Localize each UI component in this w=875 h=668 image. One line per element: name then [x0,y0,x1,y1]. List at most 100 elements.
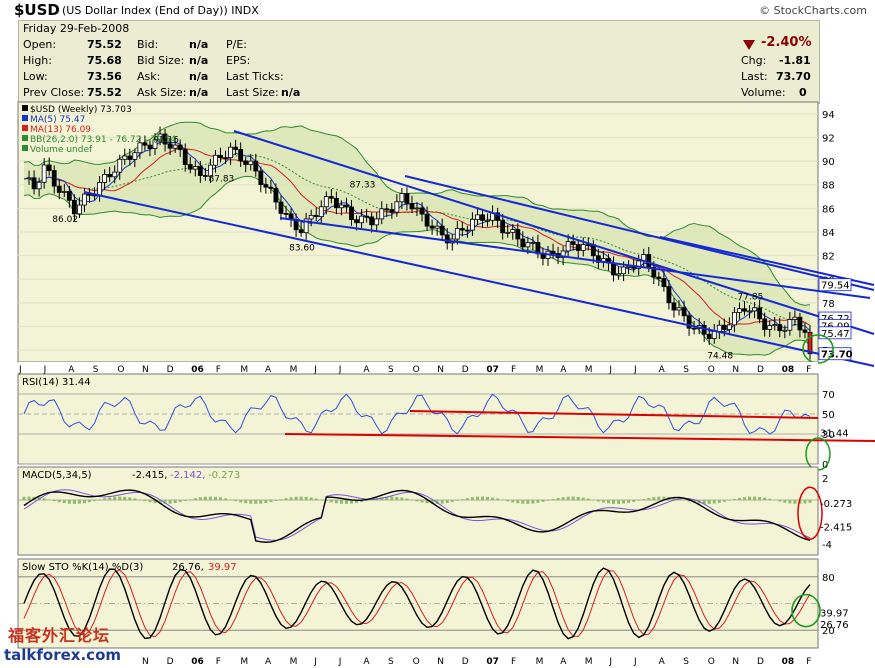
macd-histogram-bar [133,498,137,501]
candle-body [656,276,662,279]
candle-body [671,302,677,311]
candle-body [248,160,254,165]
macd-histogram-bar [501,499,505,501]
watermark-cn: 福客外汇论坛 [8,626,111,645]
macd-histogram-bar [294,496,298,501]
macd-histogram-bar [445,500,449,503]
candle-body [646,254,652,268]
macd-histogram-bar [334,500,338,504]
macd-histogram-bar [103,498,107,501]
candle-body [26,177,32,180]
macd-histogram-bar [506,500,510,502]
macd-histogram-bar [405,498,409,501]
bottom-month-tick: A [265,657,272,667]
candle-body [328,196,334,199]
candle-body [258,170,264,185]
bottom-month-tick: J [608,657,612,667]
macd-histogram-bar [344,500,348,504]
candle-body [223,157,228,160]
candle-body [500,220,506,234]
macd-histogram-bar [551,499,555,501]
macd-histogram-bar [647,497,651,501]
candle-body [238,149,244,162]
macd-histogram-bar [737,497,741,501]
candle-body [41,164,47,183]
macd-histogram-bar [108,497,112,501]
candle-body [374,218,380,226]
candle-body [470,218,475,231]
macd-histogram-bar [203,496,207,501]
macd-histogram-bar [758,496,762,501]
macd-histogram-bar [788,500,792,504]
legend-label: Volume undef [30,145,93,155]
legend-label: BB(26,2.0) 73.91 - 76.72 - 79.54 [30,135,176,145]
macd-histogram-bar [521,500,525,504]
macd-histogram-bar [743,497,746,501]
candle-body [505,231,511,234]
macd-histogram-bar [47,499,51,501]
macd-histogram-bar [732,498,736,501]
macd-legend-val2: -2.142, [170,470,205,481]
candle-body [485,219,490,222]
candle-body [611,262,616,276]
candle-body [36,181,42,190]
macd-histogram-bar [486,496,490,501]
macd-tick-label: -4 [822,540,832,551]
candle-body [61,191,67,193]
legend-swatch [22,125,28,131]
bottom-month-tick: S [388,657,394,667]
candle-body [263,184,269,188]
bottom-month-tick: N [437,657,444,667]
macd-histogram-bar [531,500,535,504]
macd-histogram-bar [264,500,268,504]
candle-body [732,311,737,326]
candle-body [233,146,239,150]
price-annotation: 77.85 [738,293,764,303]
bottom-month-tick: F [511,657,516,667]
bottom-month-tick: D [462,657,469,667]
macd-histogram-bar [717,500,721,503]
candle-body [107,174,113,178]
macd-histogram-bar [279,499,283,501]
bottom-month-tick: M [585,657,593,667]
macd-histogram-bar [188,499,192,501]
macd-histogram-bar [113,496,117,501]
macd-histogram-bar [284,498,288,501]
macd-histogram-bar [77,500,81,504]
price-tick-label: 94 [822,110,835,121]
macd-histogram-bar [173,500,177,504]
candle-body [419,207,425,215]
macd-histogram-bar [566,496,570,501]
bottom-month-tick: O [413,657,420,667]
candle-body [681,307,687,317]
price-tick-label: 86 [822,204,835,215]
macd-histogram-bar [753,496,757,501]
sto-tick-label: 80 [822,573,835,584]
macd-histogram-bar [198,497,202,501]
candle-body [323,196,329,208]
candle-body [228,146,233,159]
candle-body [283,212,289,215]
macd-histogram-bar [516,500,520,504]
macd-legend-val3: -0.273 [208,470,240,481]
macd-histogram-bar [42,498,46,501]
candle-body [752,307,757,312]
macd-histogram-bar [748,496,752,501]
macd-histogram-bar [229,499,233,501]
macd-histogram-bar [339,500,343,504]
candle-body [172,144,178,149]
candle-body [369,216,375,226]
bottom-month-tick: 08 [782,657,795,667]
legend-label: MA(5) 75.47 [30,115,85,125]
rsi-tick-label: 70 [822,390,835,401]
candle-body [213,154,218,166]
candle-body [747,310,752,313]
bottom-month-tick: F [806,657,811,667]
candle-body [434,225,440,229]
macd-histogram-bar [314,498,318,501]
macd-legend-val1: -2.415, [132,470,167,481]
candle-body [762,318,768,330]
macd-histogram-bar [410,499,414,501]
candle-body [520,238,526,248]
candle-body [726,324,732,330]
